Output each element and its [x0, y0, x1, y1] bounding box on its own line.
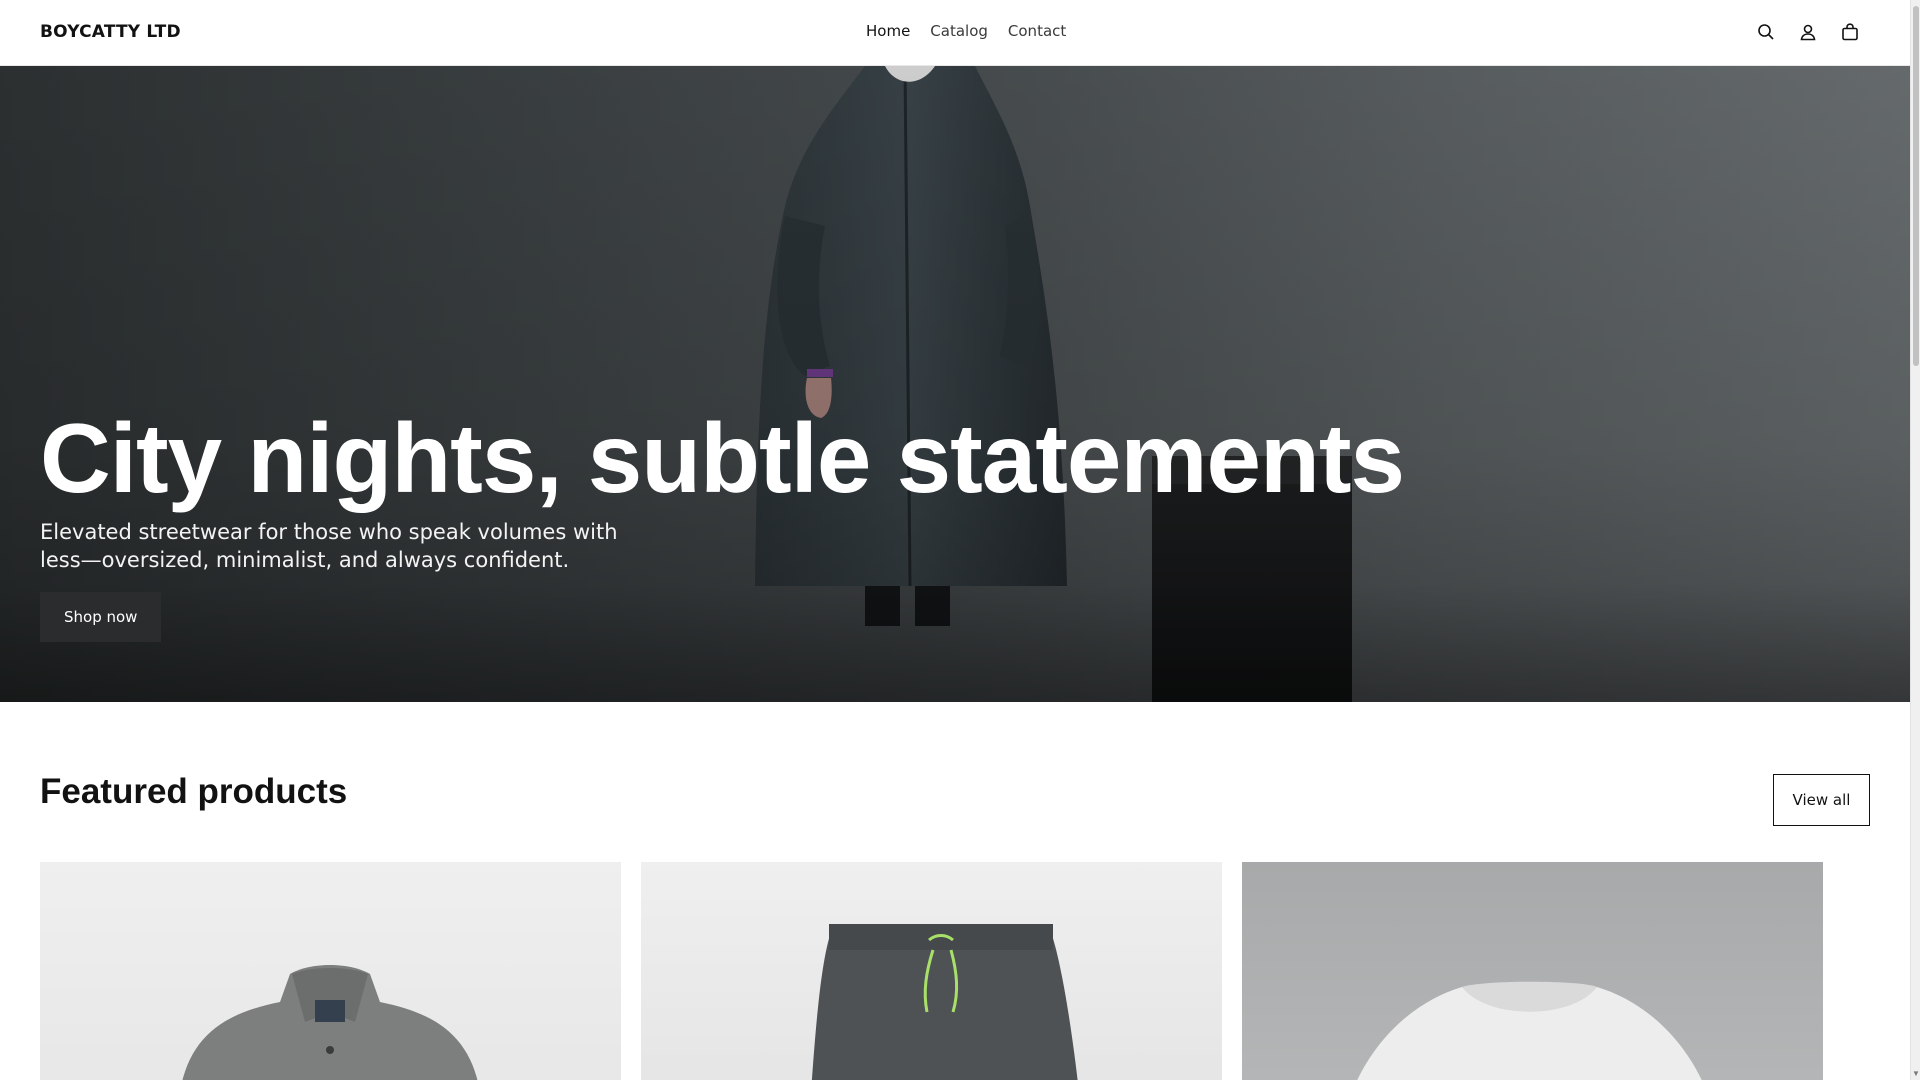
header-icons: [1754, 20, 1862, 44]
search-icon[interactable]: [1754, 20, 1778, 44]
nav-home[interactable]: Home: [866, 22, 910, 40]
nav-contact[interactable]: Contact: [1008, 22, 1066, 40]
site-header: BOYCATTY LTD Home Catalog Contact: [0, 0, 1910, 66]
view-all-button[interactable]: View all: [1773, 774, 1870, 826]
product-card-jacket[interactable]: [40, 862, 621, 1080]
scroll-down-arrow-icon[interactable]: ▼: [1912, 1070, 1920, 1078]
grey-jacket-image: [182, 965, 478, 1080]
hero-content: City nights, subtle statements Elevated …: [40, 403, 1405, 642]
product-card-tshirt[interactable]: [1242, 862, 1823, 1080]
hero-title: City nights, subtle statements: [40, 403, 1405, 513]
store-logo[interactable]: BOYCATTY LTD: [40, 22, 181, 42]
main-nav: Home Catalog Contact: [866, 22, 1066, 40]
featured-products-title: Featured products: [40, 772, 348, 811]
page-scrollbar[interactable]: ▼: [1910, 0, 1920, 1080]
cart-icon[interactable]: [1838, 20, 1862, 44]
scrollbar-thumb[interactable]: [1913, 6, 1919, 366]
product-card-shorts[interactable]: [641, 862, 1222, 1080]
white-tshirt-image: [1357, 981, 1702, 1080]
nav-catalog[interactable]: Catalog: [930, 22, 988, 40]
charcoal-shorts-image: [811, 924, 1078, 1080]
shop-now-button[interactable]: Shop now: [40, 592, 162, 642]
account-icon[interactable]: [1796, 20, 1820, 44]
product-grid: [40, 862, 1823, 1080]
hero-banner: City nights, subtle statements Elevated …: [0, 66, 1910, 702]
hero-subtitle: Elevated streetwear for those who speak …: [40, 520, 618, 572]
